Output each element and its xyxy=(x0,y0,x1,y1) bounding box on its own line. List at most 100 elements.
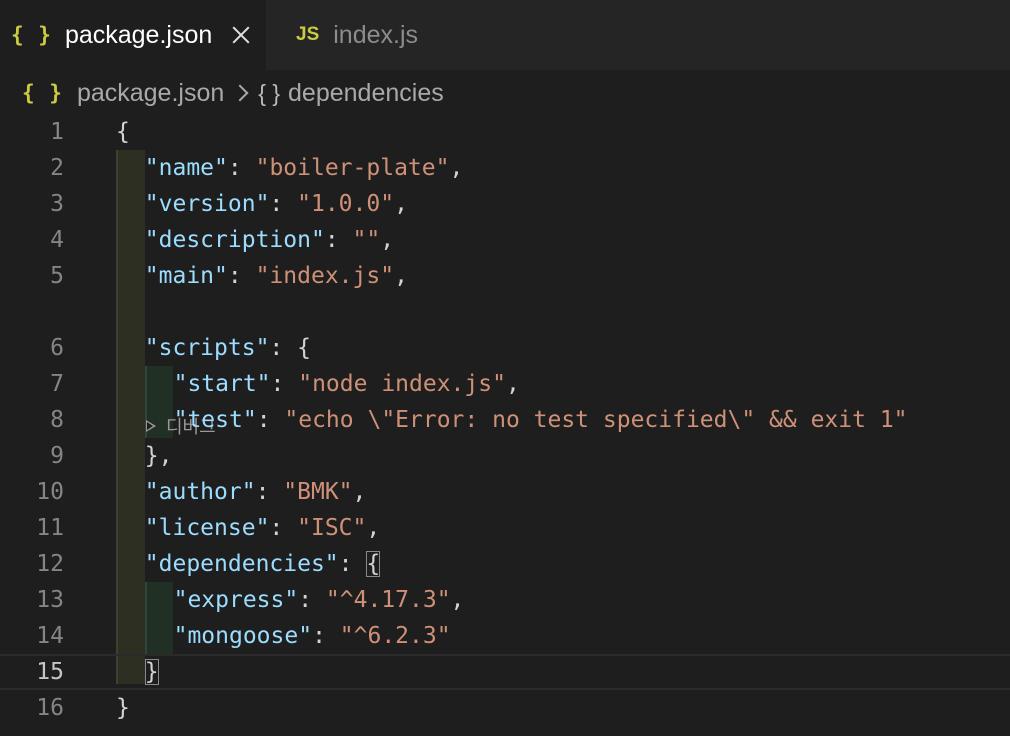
json-punctuation: } xyxy=(144,659,159,685)
code-text: { xyxy=(116,119,130,145)
line-number: 3 xyxy=(50,191,64,217)
line-number: 16 xyxy=(36,695,64,721)
code-line[interactable]: 16} xyxy=(0,690,1010,726)
line-number: 2 xyxy=(50,155,64,181)
code-line[interactable]: 3 "version": "1.0.0", xyxy=(0,186,1010,222)
code-line[interactable]: 14 "mongoose": "^6.2.3" xyxy=(0,618,1010,654)
json-key: "version" xyxy=(144,191,270,217)
json-punctuation: : xyxy=(255,479,284,505)
code-line[interactable]: 8 "test": "echo \"Error: no test specifie… xyxy=(0,402,1010,438)
json-punctuation: : xyxy=(269,515,298,541)
line-number: 14 xyxy=(36,623,64,649)
json-string: "^4.17.3" xyxy=(325,587,451,613)
json-punctuation: : { xyxy=(269,335,311,361)
code-line[interactable]: 13 "express": "^4.17.3", xyxy=(0,582,1010,618)
code-text: "mongoose": "^6.2.3" xyxy=(174,623,451,649)
code-text: "name": "boiler-plate", xyxy=(145,155,464,181)
json-key: "mongoose" xyxy=(173,623,313,649)
json-key: "dependencies" xyxy=(144,551,339,577)
code-line[interactable]: 2 "name": "boiler-plate", xyxy=(0,150,1010,186)
json-string: "1.0.0" xyxy=(297,191,395,217)
json-key: "scripts" xyxy=(144,335,270,361)
json-string: "boiler-plate" xyxy=(255,155,450,181)
json-punctuation: : xyxy=(269,191,298,217)
json-punctuation: , xyxy=(352,479,367,505)
line-number: 10 xyxy=(36,479,64,505)
code-text: "dependencies": { xyxy=(144,551,381,577)
object-symbol-icon: { } xyxy=(258,79,281,106)
line-number: 5 xyxy=(50,263,64,289)
json-punctuation: , xyxy=(505,371,520,397)
json-punctuation: : xyxy=(324,227,353,253)
json-string: "index.js" xyxy=(255,263,395,289)
json-key: "name" xyxy=(144,155,228,181)
json-string: "ISC" xyxy=(297,515,367,541)
json-punctuation: } xyxy=(116,695,130,721)
line-number: 11 xyxy=(36,515,64,541)
breadcrumb: { } package.json { } dependencies xyxy=(0,72,1010,114)
line-number: 12 xyxy=(36,551,64,577)
line-number: 8 xyxy=(50,407,64,433)
tab-label: index.js xyxy=(333,20,419,49)
code-line[interactable]: 1{ xyxy=(0,114,1010,150)
code-line[interactable]: 15} xyxy=(0,654,1010,690)
code-line[interactable]: 5 "main": "index.js", xyxy=(0,258,1010,294)
breadcrumb-symbol[interactable]: dependencies xyxy=(288,79,444,108)
json-punctuation: , xyxy=(366,515,381,541)
close-icon[interactable] xyxy=(230,24,252,46)
code-text: "description": "", xyxy=(145,227,394,253)
line-number: 15 xyxy=(36,659,64,685)
json-file-icon: { } xyxy=(11,23,52,47)
json-punctuation: : xyxy=(256,407,285,433)
code-line[interactable]: 10 "author": "BMK", xyxy=(0,474,1010,510)
json-key: "license" xyxy=(144,515,270,541)
json-string: "BMK" xyxy=(283,479,353,505)
json-key: "description" xyxy=(144,227,325,253)
line-number: 7 xyxy=(50,371,64,397)
code-line[interactable]: 4 "description": "", xyxy=(0,222,1010,258)
code-text: "version": "1.0.0", xyxy=(145,191,408,217)
json-key: "test" xyxy=(173,407,257,433)
code-line[interactable]: 7 "start": "node index.js", xyxy=(0,366,1010,402)
code-text: }, xyxy=(145,443,173,469)
code-text: } xyxy=(144,659,159,685)
json-string: "echo \"Error: no test specified\" && ex… xyxy=(284,407,908,433)
code-line[interactable]: 12 "dependencies": { xyxy=(0,546,1010,582)
code-text: "main": "index.js", xyxy=(145,263,408,289)
tab-label: package.json xyxy=(64,20,213,49)
json-file-icon: { } xyxy=(22,81,63,105)
json-punctuation: : xyxy=(338,551,367,577)
json-key: "main" xyxy=(144,263,228,289)
chevron-right-icon xyxy=(231,84,249,102)
json-string: "" xyxy=(352,227,381,253)
code-line[interactable]: 11 "license": "ISC", xyxy=(0,510,1010,546)
code-text: "start": "node index.js", xyxy=(174,371,520,397)
code-line[interactable]: 6 "scripts": { xyxy=(0,330,1010,366)
code-text: "express": "^4.17.3", xyxy=(174,587,465,613)
code-editor[interactable]: 디버그 1{2 "name": "boiler-plate", 3 "version"… xyxy=(0,114,1010,736)
tab-index-js[interactable]: JS index.js xyxy=(266,0,466,70)
line-number: 4 xyxy=(50,227,64,253)
json-punctuation: , xyxy=(380,227,395,253)
code-text: } xyxy=(116,695,130,721)
json-punctuation: : xyxy=(312,623,340,649)
json-punctuation: : xyxy=(270,371,299,397)
json-key: "start" xyxy=(173,371,271,397)
code-text: "license": "ISC", xyxy=(145,515,380,541)
json-key: "express" xyxy=(173,587,299,613)
json-punctuation: , xyxy=(450,587,465,613)
tab-package-json[interactable]: { } package.json xyxy=(0,0,266,70)
json-punctuation: }, xyxy=(144,443,173,469)
line-number: 1 xyxy=(50,119,64,145)
json-string: "node index.js" xyxy=(298,371,506,397)
code-text: "author": "BMK", xyxy=(145,479,367,505)
code-line[interactable]: 9}, xyxy=(0,438,1010,474)
code-text: "scripts": { xyxy=(145,335,311,361)
json-punctuation: , xyxy=(394,191,408,217)
json-punctuation: { xyxy=(366,551,381,577)
line-number: 6 xyxy=(50,335,64,361)
code-text: "test": "echo \"Error: no test specified… xyxy=(174,407,908,433)
json-punctuation: : xyxy=(298,587,326,613)
breadcrumb-file[interactable]: package.json xyxy=(77,79,224,108)
tab-bar: { } package.json JS index.js xyxy=(0,0,1010,70)
